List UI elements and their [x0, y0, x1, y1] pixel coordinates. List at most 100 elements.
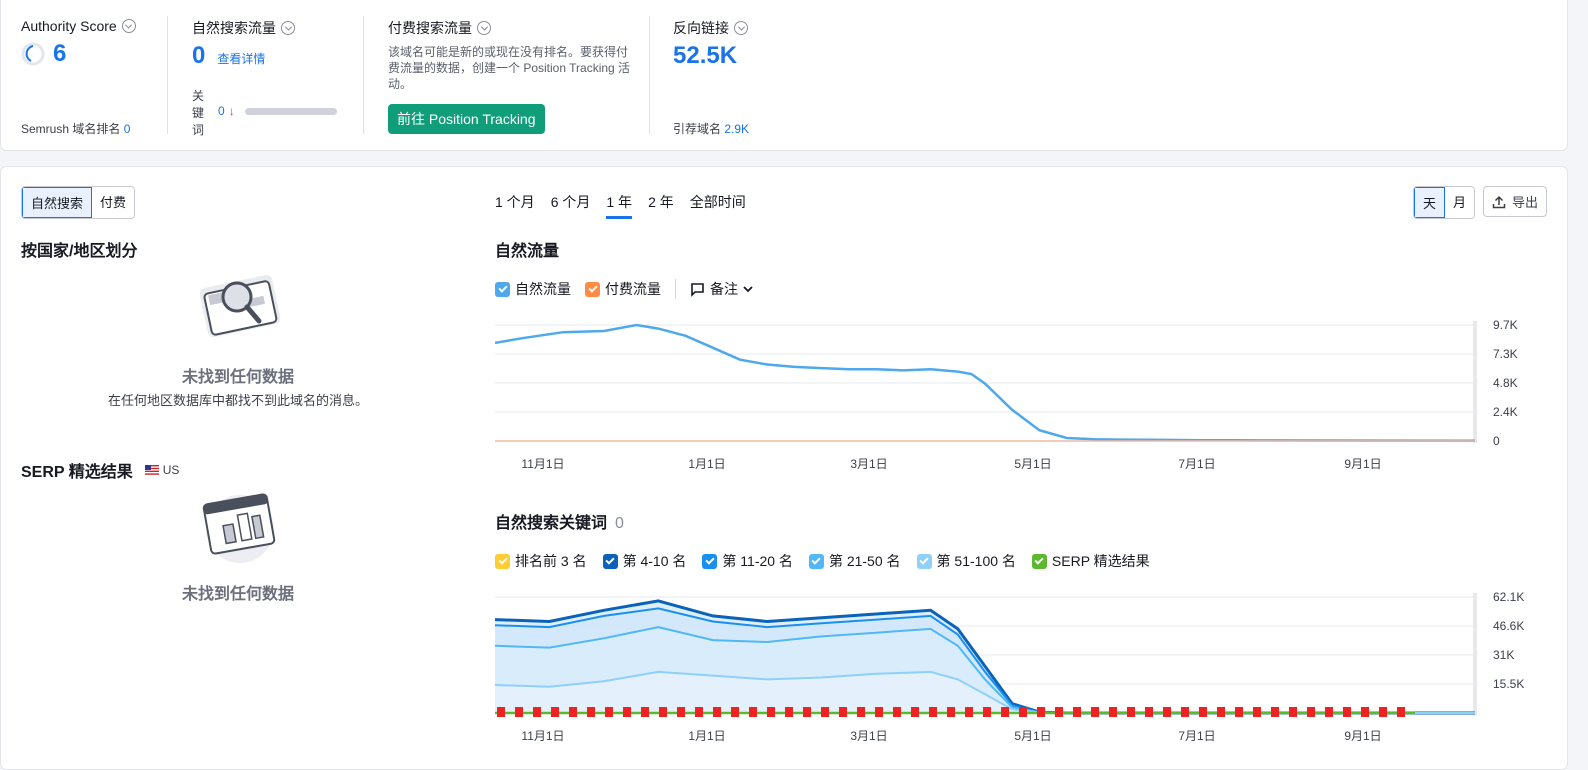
info-icon[interactable] [477, 21, 491, 35]
x-tick-label: 11月1日 [521, 729, 564, 743]
serp-region-label: US [162, 463, 180, 477]
keywords-legend-item[interactable]: 第 4-10 名 [602, 551, 687, 571]
flag-marker-icon [1163, 707, 1171, 717]
keywords-progress-bar [244, 107, 337, 115]
info-icon[interactable] [121, 19, 136, 33]
flag-marker-icon [893, 707, 901, 717]
flag-marker-icon [587, 707, 595, 717]
flag-marker-icon [839, 707, 847, 717]
flag-marker-icon [623, 707, 631, 717]
flag-marker-icon [1055, 707, 1063, 717]
flag-marker-icon [983, 707, 991, 717]
serp-region[interactable]: US [144, 463, 180, 477]
x-tick-label: 1月1日 [688, 457, 725, 471]
serp-header: SERP 精选结果 US [21, 458, 179, 482]
checkbox-icon [702, 553, 718, 569]
keywords-count: 0 [615, 515, 624, 532]
notes-dropdown[interactable]: 备注 [690, 279, 753, 299]
granularity-toggle: 天 月 [1413, 186, 1476, 219]
semrush-rank-label: Semrush 域名排名 [21, 122, 121, 136]
metrics-card: Authority Score 6 Semrush 域名排名 0 自然搜索流量 … [0, 0, 1568, 151]
flag-marker-icon [1001, 707, 1009, 717]
flag-marker-icon [947, 707, 955, 717]
referring-domains-value[interactable]: 2.9K [724, 122, 749, 136]
checkbox-icon [916, 553, 932, 569]
export-button[interactable]: 导出 [1483, 186, 1548, 217]
legend-paid[interactable]: 付费流量 [585, 279, 661, 299]
divider [167, 16, 168, 134]
x-tick-label: 7月1日 [1178, 457, 1215, 471]
flag-marker-icon [533, 707, 541, 717]
flag-marker-icon [1343, 707, 1351, 717]
flag-marker-icon [1109, 707, 1117, 717]
flag-marker-icon [965, 707, 973, 717]
granularity-month[interactable]: 月 [1445, 187, 1475, 218]
checkbox-icon [808, 553, 824, 569]
checkbox-icon [585, 281, 600, 297]
view-details-link[interactable]: 查看详情 [217, 50, 265, 67]
tab-organic[interactable]: 自然搜索 [22, 187, 93, 218]
flag-marker-icon [803, 707, 811, 717]
keywords-legend-item[interactable]: 第 11-20 名 [702, 551, 793, 571]
legend-organic[interactable]: 自然流量 [495, 279, 571, 299]
period-1m[interactable]: 1 个月 [495, 192, 535, 219]
keywords-legend-label: 第 11-20 名 [722, 553, 793, 569]
tab-paid[interactable]: 付费 [92, 187, 135, 218]
keywords-legend-label: 第 4-10 名 [622, 553, 687, 569]
semrush-rank-value[interactable]: 0 [124, 122, 131, 136]
organic-traffic-value: 0 [192, 42, 206, 69]
traffic-legend: 自然流量 付费流量 备注 [495, 279, 753, 299]
country-empty-title: 未找到任何数据 [181, 369, 294, 386]
flag-marker-icon [515, 707, 523, 717]
x-tick-label: 9月1日 [1344, 457, 1381, 471]
period-1y[interactable]: 1 年 [606, 192, 633, 219]
backlinks-value[interactable]: 52.5K [673, 42, 748, 70]
keywords-chart[interactable]: 62.1K 46.6K 31K 15.5K 11月1日 1月1日 3月1日 5月1日 7月1日 9… [495, 589, 1555, 749]
keywords-legend-label: SERP 精选结果 [1051, 553, 1150, 569]
info-icon[interactable] [734, 21, 748, 35]
keywords-legend-item[interactable]: 第 51-100 名 [916, 551, 1016, 571]
keywords-header: 自然搜索关键词 0 [495, 509, 624, 533]
flag-marker-icon [1091, 707, 1099, 717]
y-tick-label: 0 [1493, 434, 1500, 448]
flag-marker-icon [731, 707, 739, 717]
x-tick-label: 9月1日 [1344, 729, 1381, 743]
keywords-legend-item[interactable]: SERP 精选结果 [1031, 551, 1150, 571]
y-tick-label: 4.8K [1493, 376, 1518, 390]
granularity-day[interactable]: 天 [1414, 187, 1446, 218]
flag-marker-icon [1127, 707, 1135, 717]
search-type-toggle: 自然搜索 付费 [21, 186, 136, 219]
info-icon[interactable] [281, 21, 295, 35]
divider [675, 279, 676, 299]
keywords-legend: 排名前 3 名 第 4-10 名 第 11-20 名 第 21-50 名 第 51-10… [495, 551, 1150, 571]
period-all[interactable]: 全部时间 [690, 192, 746, 219]
paid-traffic-desc: 该域名可能是新的或现在没有排名。要获得付费流量的数据，创建一个 Position… [388, 45, 631, 91]
flag-marker-icon [875, 707, 883, 717]
flag-marker-icon [929, 707, 937, 717]
comment-icon [691, 282, 704, 297]
flag-marker-icon [1379, 707, 1387, 717]
flag-marker-icon [785, 707, 793, 717]
flag-marker-icon [1181, 707, 1189, 717]
flag-marker-icon [1235, 707, 1243, 717]
checkbox-icon [602, 553, 618, 569]
paid-traffic-label: 付费搜索流量 [388, 20, 472, 36]
flag-marker-icon [1217, 707, 1225, 717]
authority-score-title: Authority Score [21, 18, 136, 34]
keywords-value[interactable]: 0 [218, 104, 225, 118]
flag-marker-icon [659, 707, 667, 717]
x-tick-label: 11月1日 [521, 457, 564, 471]
organic-traffic-block: 自然搜索流量 0 查看详情 [192, 18, 295, 70]
keywords-legend-label: 排名前 3 名 [515, 553, 587, 569]
position-tracking-button[interactable]: 前往 Position Tracking [388, 104, 545, 134]
authority-score-value: 6 [53, 40, 67, 67]
keywords-legend-item[interactable]: 第 21-50 名 [808, 551, 901, 571]
keywords-value-row: 0 ↓ [218, 104, 337, 118]
period-2y[interactable]: 2 年 [648, 192, 674, 219]
keywords-legend-item[interactable]: 排名前 3 名 [495, 551, 587, 571]
scroll-handle [1473, 321, 1477, 443]
organic-traffic-label: 自然搜索流量 [192, 20, 276, 36]
period-6m[interactable]: 6 个月 [551, 192, 591, 219]
traffic-chart[interactable]: 9.7K 7.3K 4.8K 2.4K 0 11月1日 1月1日 3月1日 5月1日 7月1日 9月… [495, 317, 1555, 477]
flag-marker-icon [677, 707, 685, 717]
